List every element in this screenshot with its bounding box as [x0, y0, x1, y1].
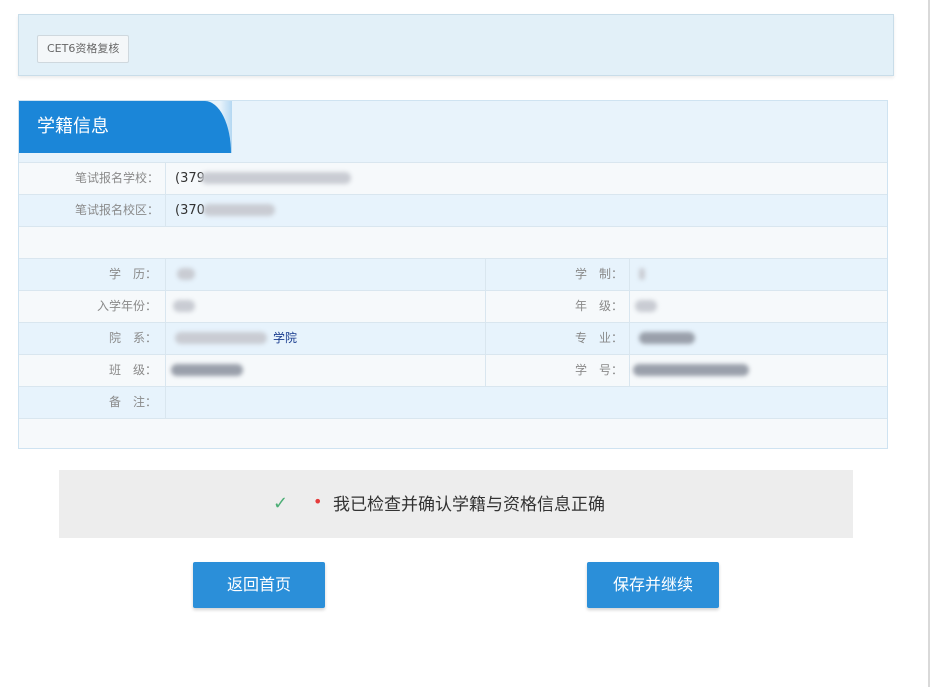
grade-label: 年 级： — [574, 299, 623, 313]
education-label: 学 历： — [108, 267, 157, 281]
redacted-education — [177, 268, 195, 280]
row-divider — [165, 387, 166, 418]
row-divider — [165, 259, 166, 290]
row-divider — [485, 291, 486, 322]
row-divider — [165, 195, 166, 226]
redacted-school — [201, 172, 351, 184]
exam-campus-label: 笔试报名校区： — [74, 203, 159, 217]
exam-campus-row: 笔试报名校区： (370 — [19, 194, 887, 226]
confirm-text: 我已检查并确认学籍与资格信息正确 — [333, 495, 605, 515]
major-label: 专 业： — [574, 331, 623, 345]
panel-footer-row — [19, 418, 887, 448]
redacted-class — [171, 364, 243, 376]
class-label: 班 级： — [108, 363, 157, 377]
check-icon: ✓ — [273, 493, 289, 514]
row-divider — [485, 355, 486, 386]
redacted-department — [175, 332, 267, 344]
panel-title-tab: 学籍信息 — [19, 101, 232, 153]
redacted-student-id — [633, 364, 749, 376]
row-divider — [485, 259, 486, 290]
exam-school-row: 笔试报名学校： (379 — [19, 162, 887, 194]
department-row: 院 系： 学院 专 业： — [19, 322, 887, 354]
enroll-year-label: 入学年份： — [96, 299, 157, 313]
page-right-divider — [928, 0, 930, 687]
header-bar: CET6资格复核 — [18, 14, 894, 76]
panel-title: 学籍信息 — [37, 116, 109, 137]
required-mark: • — [313, 492, 323, 511]
cet6-review-tab[interactable]: CET6资格复核 — [37, 35, 130, 63]
redacted-major — [639, 332, 695, 344]
education-row: 学 历： 学 制： — [19, 258, 887, 290]
row-divider — [485, 323, 486, 354]
save-continue-button[interactable]: 保存并继续 — [587, 562, 719, 608]
row-divider — [629, 355, 630, 386]
class-row: 班 级： 学 号： — [19, 354, 887, 386]
student-id-label: 学 号： — [574, 363, 623, 377]
redacted-duration — [639, 268, 645, 280]
row-divider — [629, 259, 630, 290]
row-divider — [629, 323, 630, 354]
department-label: 院 系： — [108, 331, 157, 345]
remarks-label: 备 注： — [108, 395, 157, 409]
row-divider — [165, 163, 166, 194]
back-home-button[interactable]: 返回首页 — [193, 562, 325, 608]
student-info-panel: 学籍信息 笔试报名学校： (379 笔试报名校区： (370 学 历： 学 制：… — [18, 100, 888, 449]
row-divider — [165, 323, 166, 354]
exam-school-label: 笔试报名学校： — [74, 171, 159, 185]
department-suffix: 学院 — [273, 331, 298, 345]
row-divider — [629, 291, 630, 322]
redacted-grade — [635, 300, 657, 312]
remarks-row: 备 注： — [19, 386, 887, 418]
row-divider — [165, 291, 166, 322]
spacer-row — [19, 226, 887, 258]
enroll-year-row: 入学年份： 年 级： — [19, 290, 887, 322]
redacted-enroll-year — [173, 300, 195, 312]
redacted-campus — [203, 204, 275, 216]
duration-label: 学 制： — [574, 267, 623, 281]
exam-campus-value: (370 — [175, 203, 205, 218]
confirm-strip[interactable]: ✓ • 我已检查并确认学籍与资格信息正确 — [59, 470, 853, 538]
row-divider — [165, 355, 166, 386]
